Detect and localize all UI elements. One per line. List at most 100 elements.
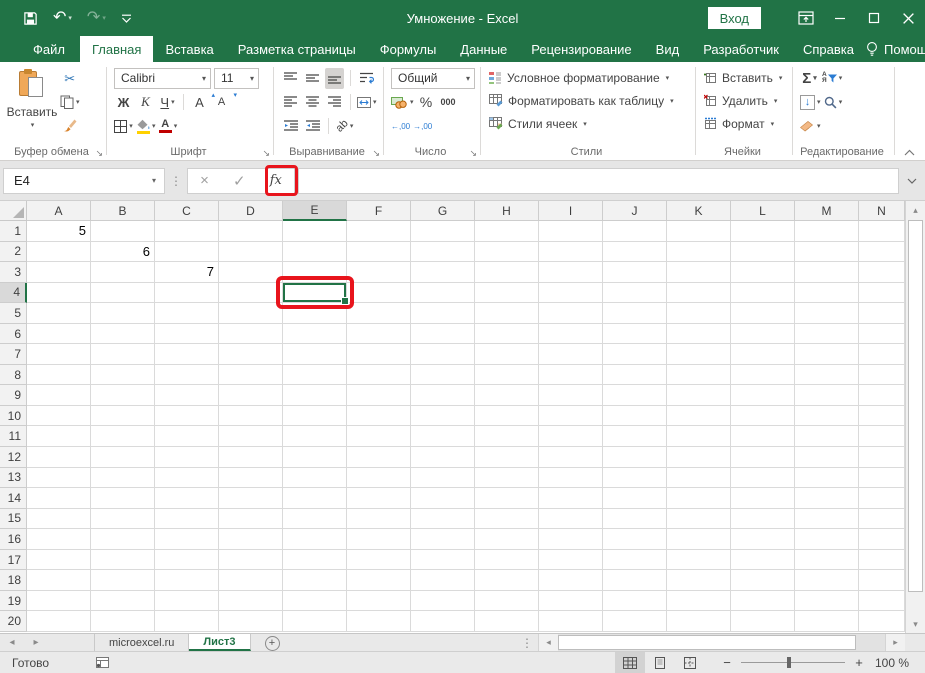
cell-J15[interactable] [603, 509, 667, 530]
cell-J2[interactable] [603, 242, 667, 263]
increase-decimal-button[interactable]: ←,00 [391, 116, 410, 137]
cell-B18[interactable] [91, 570, 155, 591]
cell-I5[interactable] [539, 303, 603, 324]
cell-D9[interactable] [219, 385, 283, 406]
cell-D15[interactable] [219, 509, 283, 530]
cell-K20[interactable] [667, 611, 731, 632]
cell-A19[interactable] [27, 591, 91, 612]
cell-G4[interactable] [411, 283, 475, 304]
cell-C19[interactable] [155, 591, 219, 612]
cell-I13[interactable] [539, 468, 603, 489]
cell-B5[interactable] [91, 303, 155, 324]
cell-F14[interactable] [347, 488, 411, 509]
align-center-button[interactable] [303, 92, 322, 113]
cell-B3[interactable] [91, 262, 155, 283]
cell-N18[interactable] [859, 570, 905, 591]
sheet-tab-Лист3[interactable]: Лист3 [189, 634, 250, 651]
scroll-left-button[interactable]: ◂ [538, 634, 558, 651]
row-header-18[interactable]: 18 [0, 570, 27, 591]
font-size-combo[interactable]: 11 ▾ [214, 68, 259, 89]
comma-style-button[interactable]: 000 [439, 92, 458, 113]
cell-D11[interactable] [219, 426, 283, 447]
cell-G19[interactable] [411, 591, 475, 612]
formula-input[interactable] [298, 168, 899, 194]
column-header-M[interactable]: M [795, 201, 859, 221]
wrap-text-button[interactable] [357, 68, 376, 89]
row-header-9[interactable]: 9 [0, 385, 27, 406]
cell-E17[interactable] [283, 550, 347, 571]
cell-J4[interactable] [603, 283, 667, 304]
cell-K2[interactable] [667, 242, 731, 263]
cell-F4[interactable] [347, 283, 411, 304]
cell-K10[interactable] [667, 406, 731, 427]
close-button[interactable] [891, 0, 925, 36]
cell-J12[interactable] [603, 447, 667, 468]
font-dialog-launcher[interactable]: ↘ [262, 149, 270, 158]
cell-C12[interactable] [155, 447, 219, 468]
cell-I14[interactable] [539, 488, 603, 509]
cell-F12[interactable] [347, 447, 411, 468]
vertical-scrollbar-thumb[interactable] [908, 220, 923, 592]
tab-3[interactable]: Формулы [368, 36, 449, 62]
cell-J9[interactable] [603, 385, 667, 406]
cell-N15[interactable] [859, 509, 905, 530]
cell-E13[interactable] [283, 468, 347, 489]
cell-E6[interactable] [283, 324, 347, 345]
tab-8[interactable]: Справка [791, 36, 866, 62]
borders-button[interactable]: ▾ [114, 116, 133, 137]
cell-G5[interactable] [411, 303, 475, 324]
cell-M6[interactable] [795, 324, 859, 345]
expand-formula-bar-button[interactable] [899, 178, 925, 184]
cell-I17[interactable] [539, 550, 603, 571]
cell-M7[interactable] [795, 344, 859, 365]
cell-M16[interactable] [795, 529, 859, 550]
column-header-H[interactable]: H [475, 201, 539, 221]
tab-5[interactable]: Рецензирование [519, 36, 643, 62]
cell-F7[interactable] [347, 344, 411, 365]
align-right-button[interactable] [325, 92, 344, 113]
cell-E8[interactable] [283, 365, 347, 386]
cell-N7[interactable] [859, 344, 905, 365]
tab-4[interactable]: Данные [448, 36, 519, 62]
cell-M11[interactable] [795, 426, 859, 447]
cell-A2[interactable] [27, 242, 91, 263]
cell-I4[interactable] [539, 283, 603, 304]
tab-2[interactable]: Разметка страницы [226, 36, 368, 62]
cell-N6[interactable] [859, 324, 905, 345]
cell-K8[interactable] [667, 365, 731, 386]
column-header-G[interactable]: G [411, 201, 475, 221]
cell-H18[interactable] [475, 570, 539, 591]
cell-L5[interactable] [731, 303, 795, 324]
align-top-button[interactable] [281, 68, 300, 89]
cut-button[interactable]: ✂ [60, 68, 80, 89]
cell-G7[interactable] [411, 344, 475, 365]
cell-M2[interactable] [795, 242, 859, 263]
cell-N2[interactable] [859, 242, 905, 263]
cell-G10[interactable] [411, 406, 475, 427]
cell-J10[interactable] [603, 406, 667, 427]
cell-C8[interactable] [155, 365, 219, 386]
tab-7[interactable]: Разработчик [691, 36, 791, 62]
enter-button[interactable]: ✓ [233, 172, 246, 190]
cell-J11[interactable] [603, 426, 667, 447]
cell-C11[interactable] [155, 426, 219, 447]
cell-L15[interactable] [731, 509, 795, 530]
decrease-indent-button[interactable] [281, 116, 300, 137]
cell-A14[interactable] [27, 488, 91, 509]
cell-F8[interactable] [347, 365, 411, 386]
cell-A20[interactable] [27, 611, 91, 632]
cell-K3[interactable] [667, 262, 731, 283]
cell-E5[interactable] [283, 303, 347, 324]
cell-K6[interactable] [667, 324, 731, 345]
conditional-formatting-button[interactable]: Условное форматирование ▾ [485, 66, 694, 89]
cell-L7[interactable] [731, 344, 795, 365]
tab-0[interactable]: Главная [80, 36, 153, 62]
collapse-ribbon-button[interactable] [904, 149, 915, 156]
cell-J5[interactable] [603, 303, 667, 324]
cell-E4[interactable] [283, 283, 347, 304]
cell-G11[interactable] [411, 426, 475, 447]
select-all-corner[interactable] [0, 201, 27, 221]
cell-E9[interactable] [283, 385, 347, 406]
cell-C4[interactable] [155, 283, 219, 304]
cell-H6[interactable] [475, 324, 539, 345]
